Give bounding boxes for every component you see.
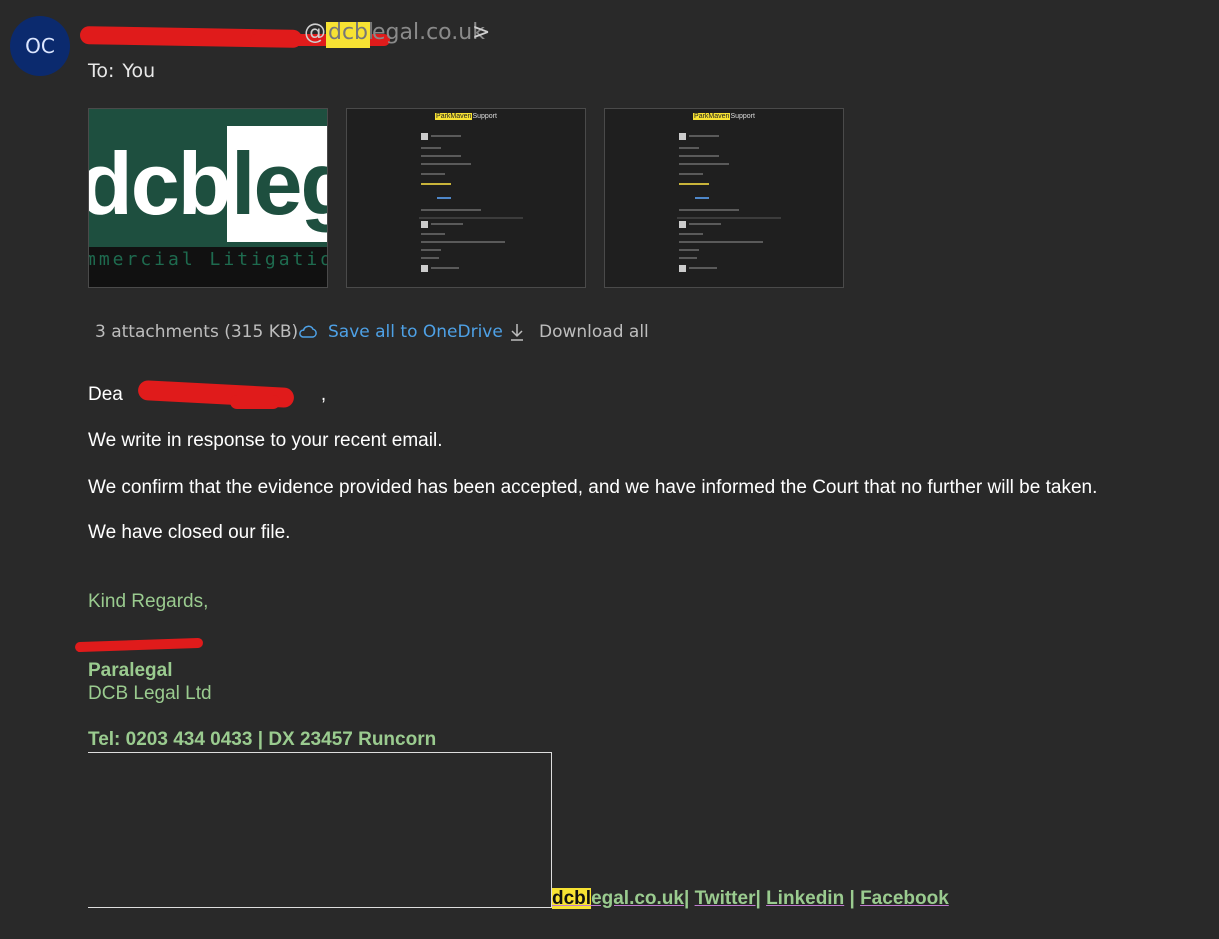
- thumb-avatar: [421, 133, 428, 140]
- signature-image-frame: [88, 752, 552, 908]
- thumb-divider: [677, 217, 781, 219]
- signature-company: DCB Legal Ltd: [88, 683, 212, 704]
- attachment-thumbnail-screenshot[interactable]: ParkMavenSupport: [604, 108, 844, 288]
- thumb-title-rest: Support: [472, 113, 497, 120]
- thumb-title-rest: Support: [730, 113, 755, 120]
- save-to-onedrive-button[interactable]: Save all to OneDrive: [328, 322, 503, 342]
- greeting-start: Dea: [88, 384, 123, 405]
- sender-domain: egal.co.uk: [372, 20, 485, 45]
- thumb-avatar: [679, 133, 686, 140]
- body-paragraph: We have closed our file.: [88, 522, 291, 543]
- thumb-line: [421, 173, 445, 175]
- logo-text-right: leg: [231, 134, 327, 233]
- website-link-hl: dcbl: [552, 888, 592, 909]
- thumb-line: [679, 163, 729, 165]
- thumb-line: [431, 135, 461, 137]
- sender-at: @: [304, 20, 326, 45]
- thumb-line: [689, 135, 719, 137]
- thumb-line: [421, 257, 439, 259]
- body-paragraph: We confirm that the evidence provided ha…: [88, 477, 1098, 498]
- linkedin-link[interactable]: Linkedin: [766, 888, 844, 909]
- sender-avatar[interactable]: OC: [10, 16, 70, 76]
- cloud-icon: [298, 324, 318, 344]
- thumb-avatar: [421, 265, 428, 272]
- facebook-link[interactable]: Facebook: [860, 888, 949, 909]
- thumb-line: [431, 223, 463, 225]
- signature-contact: Tel: 0203 434 0433 | DX 23457 Runcorn: [88, 729, 437, 750]
- thumb-line: [689, 223, 721, 225]
- thumb-line: [421, 249, 441, 251]
- sender-domain-hl: dcbl: [328, 20, 375, 45]
- avatar-initials: OC: [25, 34, 55, 58]
- thumb-line: [437, 197, 451, 199]
- download-icon: [509, 322, 525, 347]
- thumb-line: [679, 147, 699, 149]
- signature-links: dcblegal.co.uk| Twitter| Linkedin | Face…: [552, 888, 949, 909]
- signature-closing: Kind Regards,: [88, 591, 209, 612]
- attachment-bar: 3 attachments (315 KB) Save all to OneDr…: [95, 322, 649, 342]
- thumb-line: [421, 241, 505, 243]
- thumb-line: [679, 209, 739, 211]
- thumb-line: [421, 147, 441, 149]
- thumb-line: [421, 155, 461, 157]
- thumb-title: ParkMavenSupport: [347, 113, 585, 120]
- sender-close: >: [472, 20, 491, 45]
- thumb-line: [421, 163, 471, 165]
- download-all-button[interactable]: Download all: [539, 322, 649, 342]
- attachment-thumbnail-screenshot[interactable]: ParkMavenSupport: [346, 108, 586, 288]
- sender-address[interactable]: @ dcbl egal.co.uk >: [79, 20, 500, 50]
- redaction-mark: [230, 395, 280, 409]
- thumb-title: ParkMavenSupport: [605, 113, 843, 120]
- twitter-link[interactable]: Twitter: [695, 888, 756, 909]
- signature-role: Paralegal: [88, 660, 173, 681]
- thumb-avatar: [679, 265, 686, 272]
- logo-subtitle: mmercial Litigation: [88, 249, 328, 270]
- greeting-end: ,: [320, 384, 327, 405]
- website-link-rest: egal.co.uk: [591, 888, 684, 909]
- thumb-divider: [419, 217, 523, 219]
- thumb-line: [679, 155, 719, 157]
- thumb-line: [679, 173, 703, 175]
- thumb-line: [431, 267, 459, 269]
- redaction-mark: [74, 637, 204, 653]
- thumb-line: [679, 183, 709, 185]
- thumb-line: [421, 233, 445, 235]
- thumb-line: [679, 249, 699, 251]
- thumb-avatar: [421, 221, 428, 228]
- thumb-line: [689, 267, 717, 269]
- thumb-title-hl: ParkMaven: [693, 113, 731, 120]
- website-link[interactable]: dcblegal.co.uk: [552, 888, 684, 909]
- thumb-line: [679, 241, 763, 243]
- attachment-thumbnail-logo[interactable]: dcb leg mmercial Litigation: [88, 108, 328, 288]
- thumb-line: [421, 183, 451, 185]
- thumb-avatar: [679, 221, 686, 228]
- thumb-line: [679, 233, 703, 235]
- recipient-line: To: You: [88, 60, 155, 82]
- thumb-line: [695, 197, 709, 199]
- to-label: To:: [88, 60, 115, 82]
- thumb-line: [679, 257, 697, 259]
- thumb-line: [421, 209, 481, 211]
- thumb-title-hl: ParkMaven: [435, 113, 473, 120]
- to-value[interactable]: You: [122, 60, 155, 82]
- attachment-count: 3 attachments (315 KB): [95, 322, 299, 342]
- body-paragraph: We write in response to your recent emai…: [88, 430, 443, 451]
- logo-text-left: dcb: [88, 134, 231, 233]
